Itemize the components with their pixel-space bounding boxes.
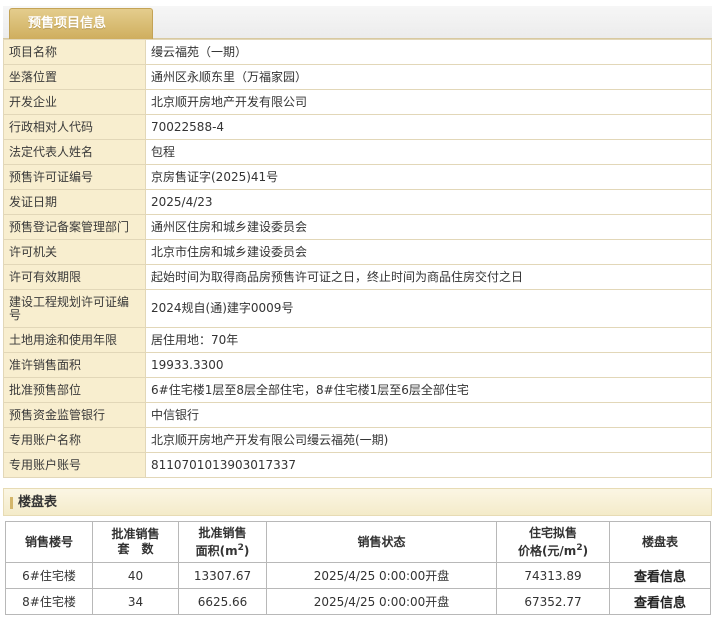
cell-status: 2025/4/25 0:00:00开盘 xyxy=(266,588,497,615)
info-value: 北京市住房和城乡建设委员会 xyxy=(145,239,712,265)
cell-area: 6625.66 xyxy=(178,588,267,615)
info-row: 建设工程规划许可证编号 2024规自(通)建字0009号 xyxy=(3,289,712,328)
loupan-table: 销售楼号 批准销售套 数 批准销售 面积(m2) 销售状态 住宅拟售 价格(元/m2… xyxy=(5,521,711,615)
col-building: 销售楼号 xyxy=(5,521,93,563)
tab-bar: 预售项目信息 xyxy=(3,6,712,39)
info-value: 8110701013903017337 xyxy=(145,452,712,478)
table-row: 8#住宅楼 34 6625.66 2025/4/25 0:00:00开盘 67352.7… xyxy=(5,588,711,615)
info-label: 项目名称 xyxy=(3,39,146,65)
info-row: 预售许可证编号 京房售证字(2025)41号 xyxy=(3,164,712,190)
info-value: 6#住宅楼1层至8层全部住宅，8#住宅楼1层至6层全部住宅 xyxy=(145,377,712,403)
info-value: 北京顺开房地产开发有限公司缦云福苑(一期) xyxy=(145,427,712,453)
info-label: 预售资金监管银行 xyxy=(3,402,146,428)
info-row: 土地用途和使用年限 居住用地：70年 xyxy=(3,327,712,353)
loupan-section-title: 楼盘表 xyxy=(18,495,58,510)
info-label: 开发企业 xyxy=(3,89,146,115)
info-label: 法定代表人姓名 xyxy=(3,139,146,165)
info-label: 预售登记备案管理部门 xyxy=(3,214,146,240)
info-value: 北京顺开房地产开发有限公司 xyxy=(145,89,712,115)
info-row: 预售资金监管银行 中信银行 xyxy=(3,402,712,428)
info-label: 准许销售面积 xyxy=(3,352,146,378)
project-info-table: 项目名称 缦云福苑（一期） 坐落位置 通州区永顺东里（万福家园） 开发企业 北京顺开房地产… xyxy=(3,39,712,478)
col-price: 住宅拟售 价格(元/m2) xyxy=(496,521,610,563)
info-row: 发证日期 2025/4/23 xyxy=(3,189,712,215)
info-row: 许可有效期限 起始时间为取得商品房预售许可证之日，终止时间为商品住房交付之日 xyxy=(3,264,712,290)
info-row: 许可机关 北京市住房和城乡建设委员会 xyxy=(3,239,712,265)
info-value: 70022588-4 xyxy=(145,114,712,140)
cell-units: 40 xyxy=(92,562,179,589)
info-label: 土地用途和使用年限 xyxy=(3,327,146,353)
cell-area: 13307.67 xyxy=(178,562,267,589)
tab-presale-info[interactable]: 预售项目信息 xyxy=(9,8,153,39)
col-units: 批准销售套 数 xyxy=(92,521,179,563)
info-value: 2024规自(通)建字0009号 xyxy=(145,289,712,328)
info-label: 专用账户名称 xyxy=(3,427,146,453)
cell-building: 6#住宅楼 xyxy=(5,562,93,589)
view-info-link[interactable]: 查看信息 xyxy=(609,588,711,615)
info-label: 坐落位置 xyxy=(3,64,146,90)
info-value: 起始时间为取得商品房预售许可证之日，终止时间为商品住房交付之日 xyxy=(145,264,712,290)
loupan-section-header: 楼盘表 xyxy=(3,488,712,516)
info-value: 19933.3300 xyxy=(145,352,712,378)
info-label: 建设工程规划许可证编号 xyxy=(3,289,146,328)
info-value: 通州区永顺东里（万福家园） xyxy=(145,64,712,90)
info-row: 预售登记备案管理部门 通州区住房和城乡建设委员会 xyxy=(3,214,712,240)
cell-price: 74313.89 xyxy=(496,562,610,589)
info-label: 预售许可证编号 xyxy=(3,164,146,190)
info-value: 包程 xyxy=(145,139,712,165)
view-info-link[interactable]: 查看信息 xyxy=(609,562,711,589)
col-table: 楼盘表 xyxy=(609,521,711,563)
info-value: 2025/4/23 xyxy=(145,189,712,215)
info-row: 开发企业 北京顺开房地产开发有限公司 xyxy=(3,89,712,115)
info-row: 批准预售部位 6#住宅楼1层至8层全部住宅，8#住宅楼1层至6层全部住宅 xyxy=(3,377,712,403)
col-status: 销售状态 xyxy=(266,521,497,563)
info-label: 行政相对人代码 xyxy=(3,114,146,140)
section-marker xyxy=(10,497,13,509)
cell-building: 8#住宅楼 xyxy=(5,588,93,615)
info-label: 批准预售部位 xyxy=(3,377,146,403)
loupan-header-row: 销售楼号 批准销售套 数 批准销售 面积(m2) 销售状态 住宅拟售 价格(元/m2… xyxy=(5,521,711,563)
info-label: 专用账户账号 xyxy=(3,452,146,478)
cell-price: 67352.77 xyxy=(496,588,610,615)
info-value: 京房售证字(2025)41号 xyxy=(145,164,712,190)
info-label: 发证日期 xyxy=(3,189,146,215)
info-row: 法定代表人姓名 包程 xyxy=(3,139,712,165)
info-row: 专用账户账号 8110701013903017337 xyxy=(3,452,712,478)
cell-status: 2025/4/25 0:00:00开盘 xyxy=(266,562,497,589)
cell-units: 34 xyxy=(92,588,179,615)
info-row: 准许销售面积 19933.3300 xyxy=(3,352,712,378)
col-area: 批准销售 面积(m2) xyxy=(178,521,267,563)
table-row: 6#住宅楼 40 13307.67 2025/4/25 0:00:00开盘 74313.… xyxy=(5,562,711,589)
info-row: 坐落位置 通州区永顺东里（万福家园） xyxy=(3,64,712,90)
info-value: 居住用地：70年 xyxy=(145,327,712,353)
info-row: 项目名称 缦云福苑（一期） xyxy=(3,39,712,65)
info-row: 专用账户名称 北京顺开房地产开发有限公司缦云福苑(一期) xyxy=(3,427,712,453)
info-value: 通州区住房和城乡建设委员会 xyxy=(145,214,712,240)
info-value: 中信银行 xyxy=(145,402,712,428)
info-label: 许可有效期限 xyxy=(3,264,146,290)
info-value: 缦云福苑（一期） xyxy=(145,39,712,65)
info-row: 行政相对人代码 70022588-4 xyxy=(3,114,712,140)
info-label: 许可机关 xyxy=(3,239,146,265)
